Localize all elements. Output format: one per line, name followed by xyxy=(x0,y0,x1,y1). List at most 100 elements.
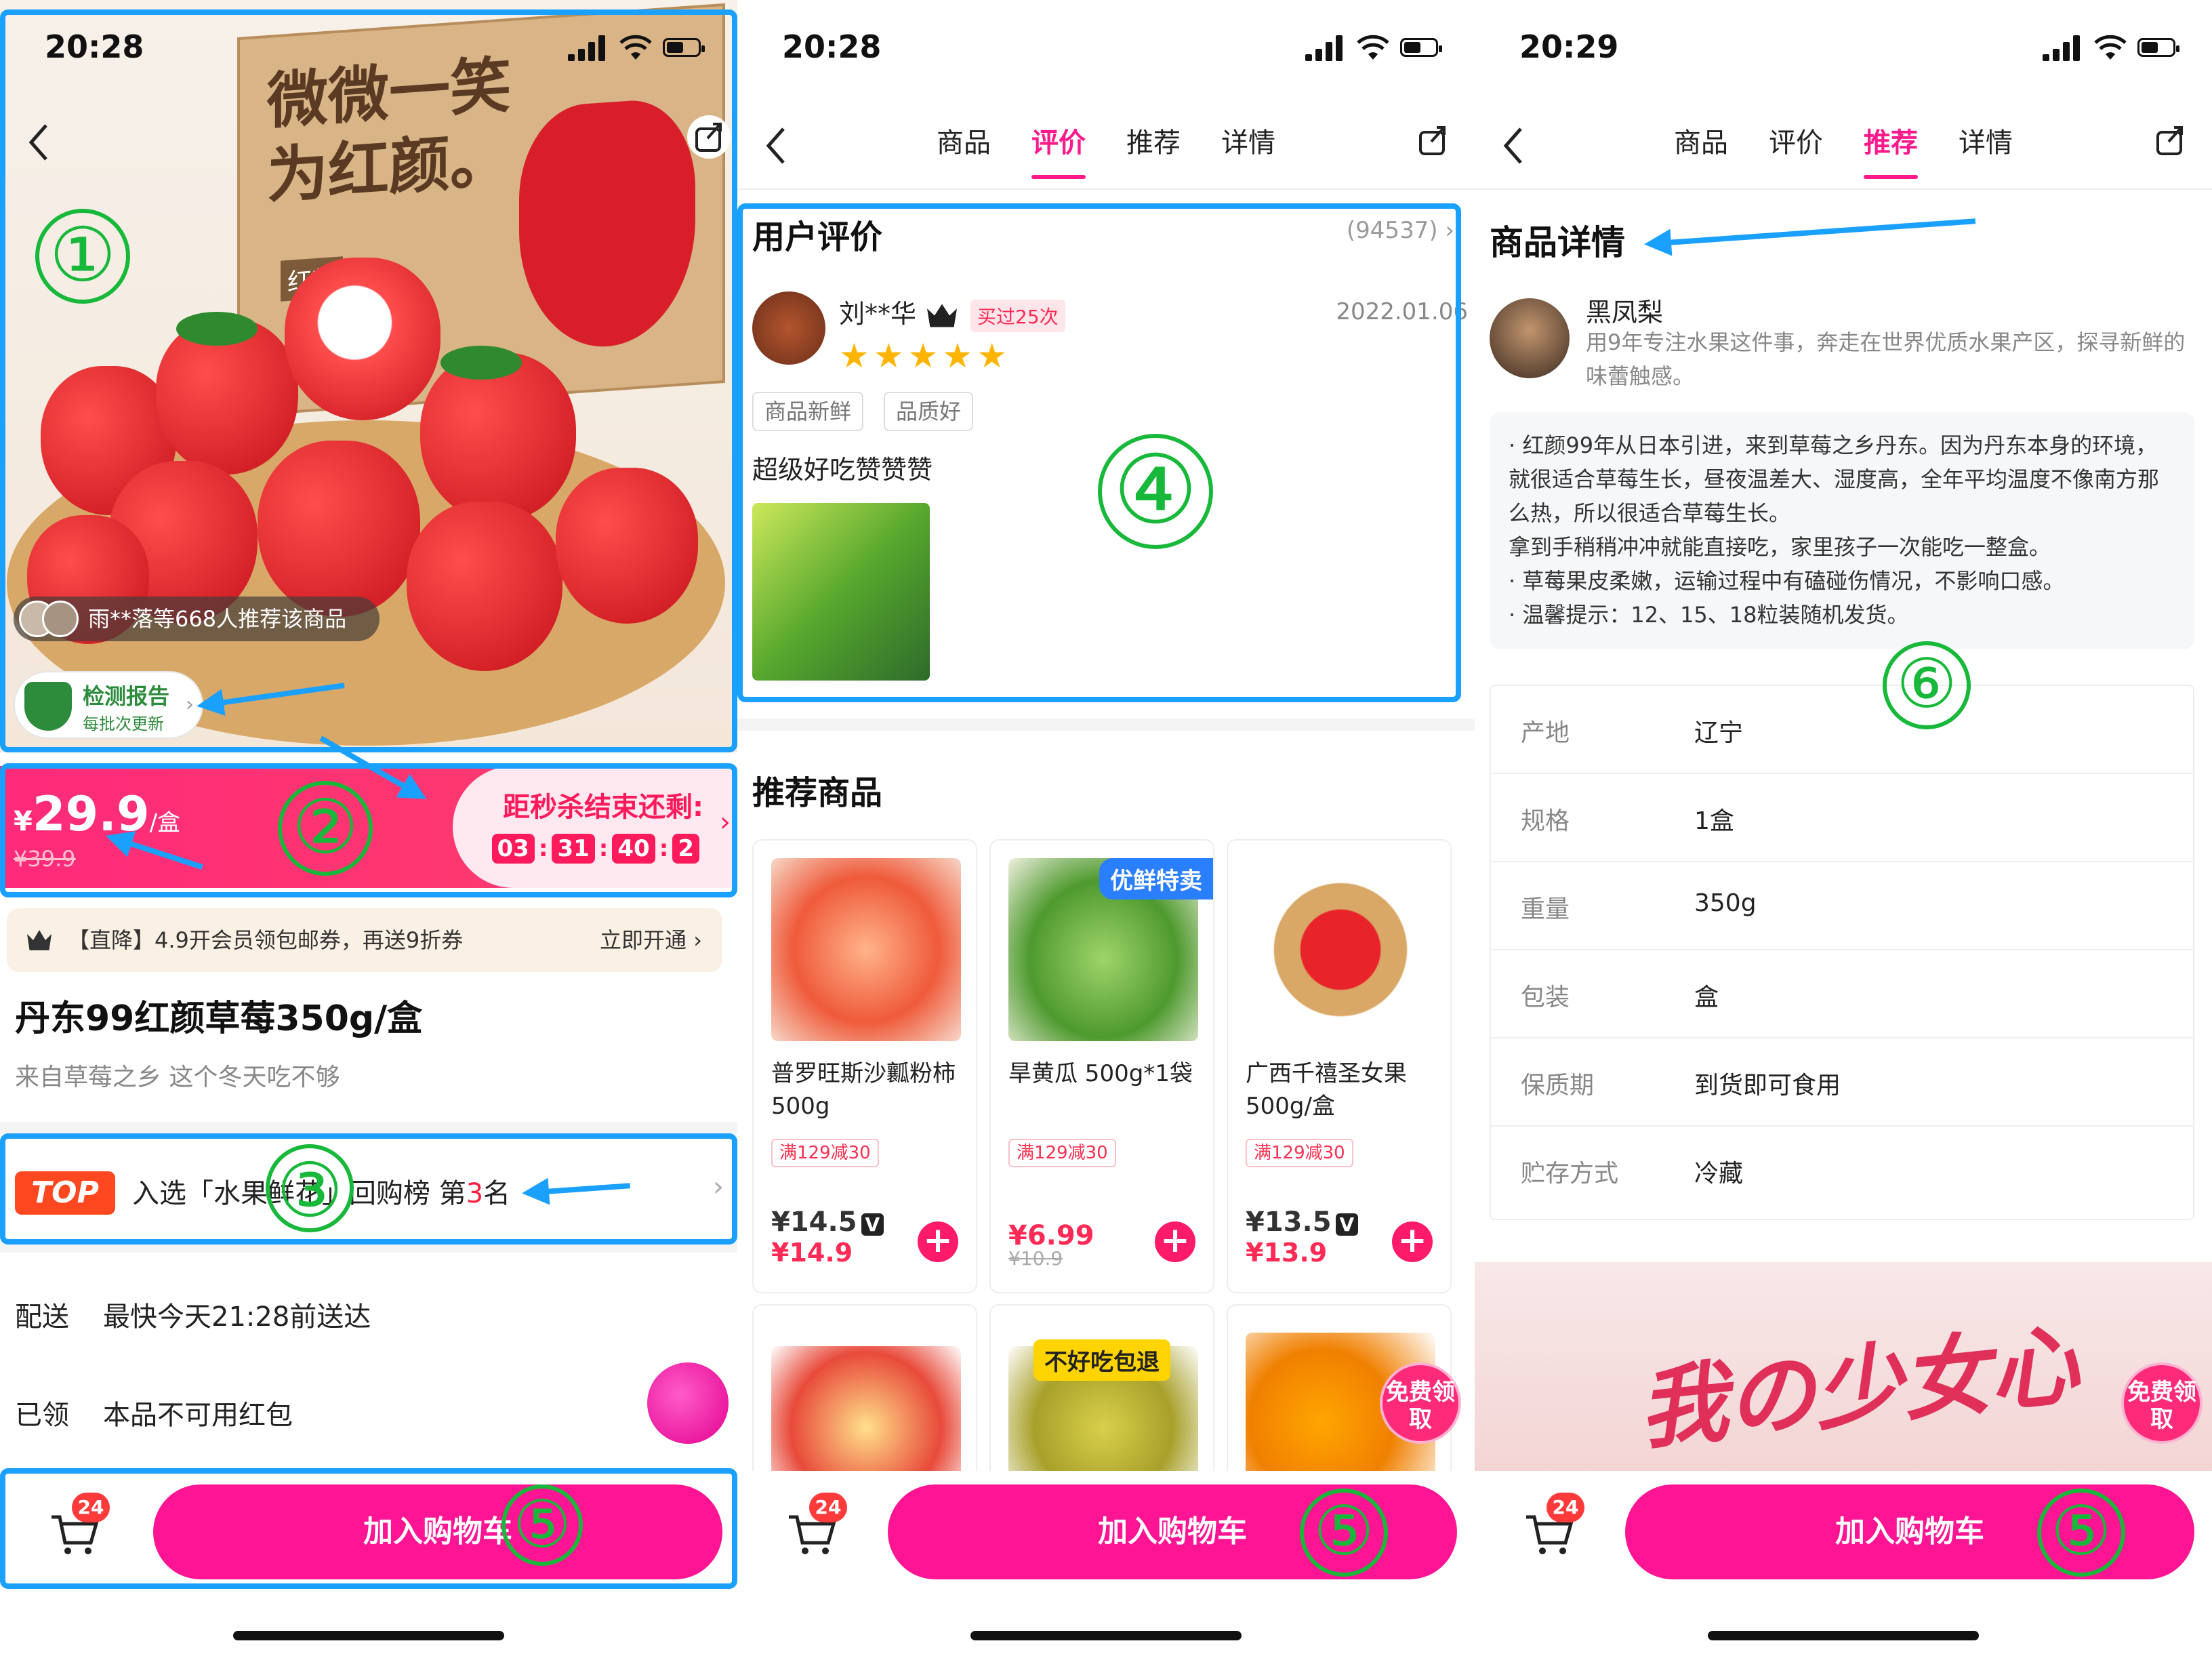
tab-detail[interactable]: 详情 xyxy=(1959,121,2013,160)
price-unit: /盒 xyxy=(149,809,181,836)
crown-icon xyxy=(27,930,52,950)
tab-bar: 商品 评价 推荐 详情 xyxy=(1475,121,2212,179)
status-bar: 20:29 xyxy=(1475,0,2212,102)
product-name: 旱黄瓜 500g*1袋 xyxy=(1008,1060,1193,1087)
add-to-cart-button[interactable]: 加入购物车 xyxy=(153,1484,722,1579)
coupon-tag: 满129减30 xyxy=(1246,1139,1353,1167)
bought-badge: 买过25次 xyxy=(970,299,1065,332)
tab-product[interactable]: 商品 xyxy=(1674,121,1728,160)
detail-heading: 商品详情 xyxy=(1490,223,1625,262)
desc-line: 拿到手稍稍冲冲就能直接吃，家里孩子一次能吃一整盒。 xyxy=(1509,534,2051,560)
spec-row: 保质期 到货即可食用 xyxy=(1491,1038,2193,1127)
spec-key: 规格 xyxy=(1521,807,1570,835)
tab-product[interactable]: 商品 xyxy=(937,121,991,160)
tab-recommend[interactable]: 推荐 xyxy=(1864,121,1918,179)
add-plus-button[interactable]: + xyxy=(1155,1221,1195,1262)
bottom-bar: 24 加入购物车 xyxy=(0,1471,737,1593)
reviewer-avatar xyxy=(752,291,825,365)
share-icon[interactable] xyxy=(1411,119,1454,162)
review-photo[interactable] xyxy=(752,503,930,681)
home-indicator xyxy=(1708,1631,1979,1640)
product-card[interactable]: 广西千禧圣女果500g/盒 满129减30 ¥13.5 V ¥13.9 + xyxy=(1227,839,1452,1293)
test-report-button[interactable]: 检测报告 每批次更新 › xyxy=(14,671,203,739)
avatar xyxy=(42,601,79,637)
flash-sale-countdown[interactable]: 距秒杀结束还剩: 03:31:40:2 › xyxy=(453,766,737,888)
review-tag: 品质好 xyxy=(884,392,974,431)
status-icons xyxy=(2043,34,2179,61)
member-price: ¥13.5 xyxy=(1246,1207,1332,1238)
marker-5: ⑤ xyxy=(2037,1489,2125,1577)
free-gift-badge[interactable]: 免费领取 xyxy=(2121,1362,2203,1444)
add-plus-button[interactable]: + xyxy=(1392,1221,1433,1262)
countdown-title: 距秒杀结束还剩: xyxy=(503,792,703,823)
spec-key: 贮存方式 xyxy=(1521,1160,1619,1188)
vip-promo-bar[interactable]: 【直降】4.9开会员领包邮券，再送9折券 立即开通 › xyxy=(7,908,722,972)
spec-row: 贮存方式 冷藏 xyxy=(1491,1127,2193,1215)
spec-row: 规格 1盒 xyxy=(1491,774,2193,862)
strawberry-illustration xyxy=(519,96,695,353)
recommend-bar[interactable]: 雨**落等668人推荐该商品 xyxy=(14,597,380,641)
coupon-tag: 满129减30 xyxy=(1008,1139,1116,1167)
spec-value: 1盒 xyxy=(1694,807,1734,835)
top-badge: TOP xyxy=(15,1171,115,1215)
free-gift-badge[interactable]: 免费领取 xyxy=(1380,1362,1461,1444)
seller-name: 黑凤梨 xyxy=(1586,298,1664,327)
product-hero-image[interactable]: 微微一笑为红颜。 红颜 雨**落等668人推荐该商品 检测报告 每批次更新 › xyxy=(0,0,737,752)
back-arrow-icon[interactable] xyxy=(20,119,61,166)
strawberry xyxy=(556,468,698,624)
home-indicator xyxy=(970,1631,1242,1640)
signal-icon xyxy=(1305,34,1346,61)
floating-ball[interactable] xyxy=(647,1362,729,1444)
status-bar: 20:28 xyxy=(737,0,1475,102)
marker-5: ⑤ xyxy=(501,1484,583,1566)
vip-open-link[interactable]: 立即开通 › xyxy=(600,908,702,972)
delivery-value: 最快今天21:28前送达 xyxy=(103,1301,371,1333)
tab-review[interactable]: 评价 xyxy=(1031,121,1086,179)
divider xyxy=(737,719,1475,731)
tab-detail[interactable]: 详情 xyxy=(1221,121,1275,160)
product-price: ¥13.9 xyxy=(1246,1238,1328,1268)
tab-review[interactable]: 评价 xyxy=(1769,121,1823,160)
vip-badge: V xyxy=(1335,1213,1359,1236)
vip-text: 【直降】4.9开会员领包邮券，再送9折券 xyxy=(68,927,464,953)
product-card[interactable] xyxy=(752,1304,977,1480)
divider xyxy=(0,1240,737,1253)
product-subtitle: 来自草莓之乡 这个冬天吃不够 xyxy=(15,1064,340,1091)
add-plus-button[interactable]: + xyxy=(918,1221,958,1262)
battery-icon xyxy=(2137,38,2179,57)
divider xyxy=(0,1122,737,1134)
spec-value: 辽宁 xyxy=(1694,719,1744,747)
share-icon[interactable] xyxy=(2148,119,2192,162)
spec-key: 保质期 xyxy=(1521,1072,1595,1099)
product-card[interactable]: 优鲜特卖 旱黄瓜 500g*1袋 满129减30 ¥6.99 ¥10.9 + xyxy=(989,839,1214,1293)
banner-text: 我の少女心 xyxy=(1633,1313,2083,1462)
product-name: 普罗旺斯沙瓤粉柿500g xyxy=(771,1060,956,1120)
wifi-icon xyxy=(2094,35,2127,60)
recommend-text: 雨**落等668人推荐该商品 xyxy=(88,606,347,632)
rank-bar[interactable]: TOP 入选「水果鲜花」回购榜 第3名 › xyxy=(0,1146,737,1234)
star-rating: ★★★★★ xyxy=(839,336,1012,376)
review-date: 2022.01.06 xyxy=(1336,298,1468,325)
product-price: ¥14.9 xyxy=(771,1238,853,1268)
chevron-right-icon: › xyxy=(713,1171,724,1202)
product-card[interactable]: 不好吃包退 xyxy=(989,1304,1214,1480)
seller-avatar xyxy=(1490,298,1570,378)
battery-icon xyxy=(1400,38,1442,57)
product-image xyxy=(771,1346,961,1479)
strawberry-leaf xyxy=(441,346,522,380)
tab-recommend[interactable]: 推荐 xyxy=(1126,121,1181,160)
strawberry-cut xyxy=(285,258,441,420)
promo-banner[interactable]: 我の少女心 xyxy=(1475,1262,2212,1479)
desc-line: · 温馨提示：12、15、18粒装随机发货。 xyxy=(1509,602,1909,628)
product-card[interactable]: 普罗旺斯沙瓤粉柿500g 满129减30 ¥14.5 V ¥14.9 + xyxy=(752,839,977,1293)
old-price: ¥10.9 xyxy=(1008,1247,1063,1270)
share-icon[interactable] xyxy=(687,115,731,159)
product-image xyxy=(1246,858,1435,1041)
review-count-link[interactable]: (94537) › xyxy=(1347,217,1454,244)
countdown-digits: 03:31:40:2 xyxy=(488,834,703,864)
nav-bar: 商品 评价 推荐 详情 xyxy=(737,102,1475,190)
wifi-icon xyxy=(1357,35,1389,60)
review-page-panel: 20:28 商品 评价 推荐 详情 用户评价 (94537) › 刘**华 买过25次 … xyxy=(737,0,1475,1658)
delivery-row: 配送 最快今天21:28前送达 xyxy=(15,1295,371,1334)
description-box: · 红颜99年从日本引进，来到草莓之乡丹东。因为丹东本身的环境，就很适合草莓生长… xyxy=(1490,412,2194,649)
